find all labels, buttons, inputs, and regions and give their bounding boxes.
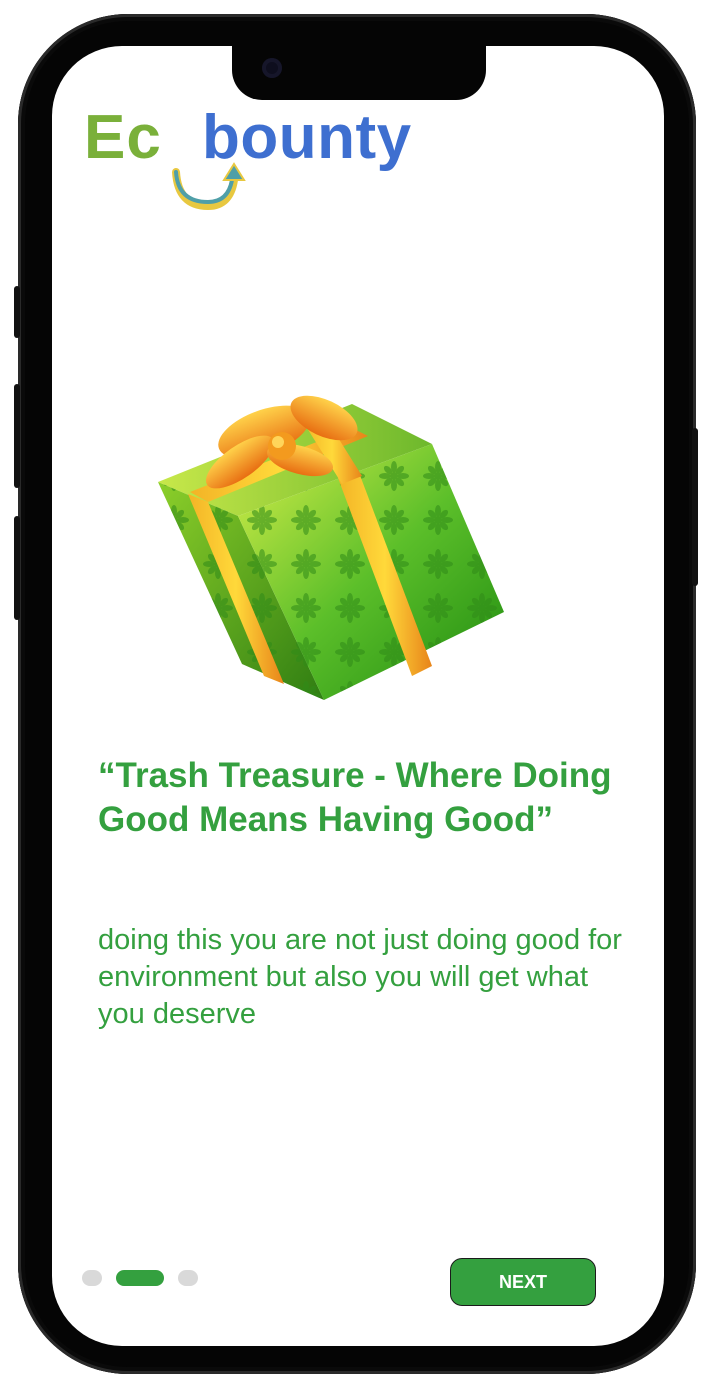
next-button[interactable]: NEXT [450, 1258, 596, 1306]
page-dot-3[interactable] [178, 1270, 198, 1286]
notch [232, 46, 486, 100]
page-dot-1[interactable] [82, 1270, 102, 1286]
headline: “Trash Treasure - Where Doing Good Means… [98, 756, 612, 839]
app-logo: Ec bounty [84, 102, 444, 212]
volume-down-button [14, 516, 20, 620]
mute-switch [14, 286, 20, 338]
app-screen: Ec bounty “Trash Treasure - Where Doing … [52, 46, 664, 1346]
page-dot-2-active[interactable] [116, 1270, 164, 1286]
description-text: doing this you are not just doing good f… [98, 924, 622, 1030]
front-camera [262, 58, 282, 78]
gift-box-icon [158, 395, 504, 700]
volume-up-button [14, 384, 20, 488]
logo-text-ec: Ec [84, 103, 162, 172]
recycle-arrow-icon [172, 162, 246, 211]
page-indicator [82, 1270, 212, 1286]
power-button [692, 428, 698, 586]
